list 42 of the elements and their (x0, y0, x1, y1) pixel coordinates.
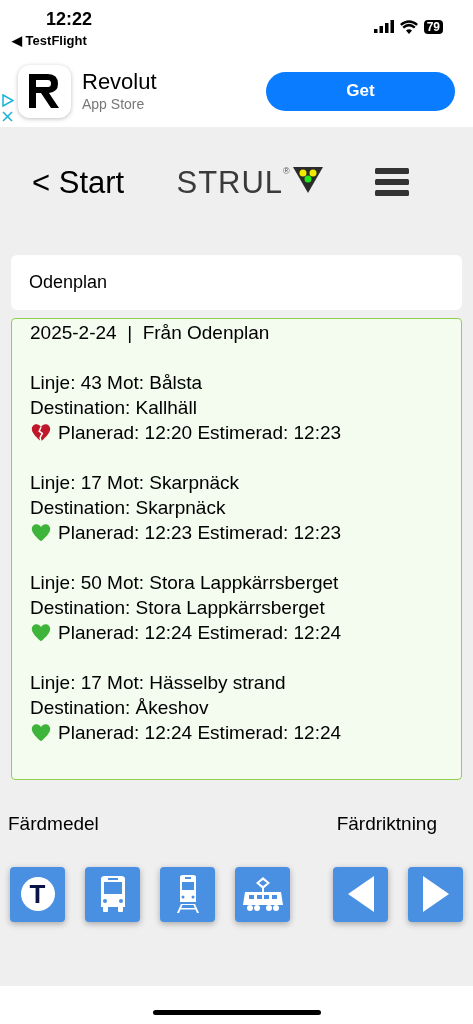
ad-close-icon[interactable] (2, 111, 13, 122)
status-time: 12:22 (46, 9, 93, 29)
ad-store-label: App Store (82, 95, 146, 113)
ad-app-name: Revolut (82, 69, 157, 95)
back-to-app-link[interactable]: ◀ TestFlight (12, 34, 87, 48)
modes-label: Färdmedel (8, 812, 99, 836)
departure-times: Planerad: 12:23 Estimerad: 12:23 (58, 521, 342, 545)
right-direction-button[interactable] (408, 866, 463, 922)
departure-destination: Destination: Skarpnäck (30, 496, 227, 520)
departure-line: Linje: 17 Mot: Hässelby strand (30, 671, 287, 695)
traffic-light-icon (292, 166, 323, 193)
departure-times: Planerad: 12:24 Estimerad: 12:24 (58, 621, 342, 645)
tram-mode-button[interactable] (235, 866, 290, 922)
signal-icon (373, 20, 394, 33)
departure-destination: Destination: Kallhäll (30, 396, 198, 420)
app-logo-text: STRUL (176, 166, 284, 198)
bus-mode-button[interactable] (85, 866, 140, 922)
metro-logo-icon: T (20, 877, 55, 911)
get-button[interactable]: Get (266, 71, 455, 111)
battery-indicator: 79 (423, 19, 443, 34)
menu-icon[interactable] (375, 168, 409, 196)
departure-line: Linje: 43 Mot: Bålsta (30, 371, 204, 395)
app-logo-icon (18, 64, 71, 118)
wifi-icon (399, 19, 418, 34)
direction-label: Färdriktning (336, 812, 437, 836)
back-link[interactable]: < Start (32, 166, 125, 198)
departure-times: Planerad: 12:20 Estimerad: 12:23 (58, 421, 342, 445)
departures-heading: 2025-2-24 | Från Odenplan (30, 321, 271, 345)
left-direction-button[interactable] (333, 866, 388, 922)
search-field[interactable]: Odenplan (11, 255, 462, 310)
departure-destination: Destination: Stora Lappkärrsberget (30, 596, 326, 620)
right-triangle-icon (422, 876, 449, 912)
registered-mark: ® (283, 166, 290, 176)
departure-destination: Destination: Åkeshov (30, 696, 210, 720)
ad-info-icon (1, 94, 14, 107)
departure-line: Linje: 50 Mot: Stora Lappkärrsberget (30, 571, 340, 595)
train-mode-button[interactable] (160, 866, 215, 922)
departure-times: Planerad: 12:24 Estimerad: 12:24 (58, 721, 342, 745)
tram-icon (240, 876, 285, 912)
departure-line: Linje: 17 Mot: Skarpnäck (30, 471, 241, 495)
left-triangle-icon (347, 876, 374, 912)
metro-mode-button[interactable]: T (10, 866, 65, 922)
